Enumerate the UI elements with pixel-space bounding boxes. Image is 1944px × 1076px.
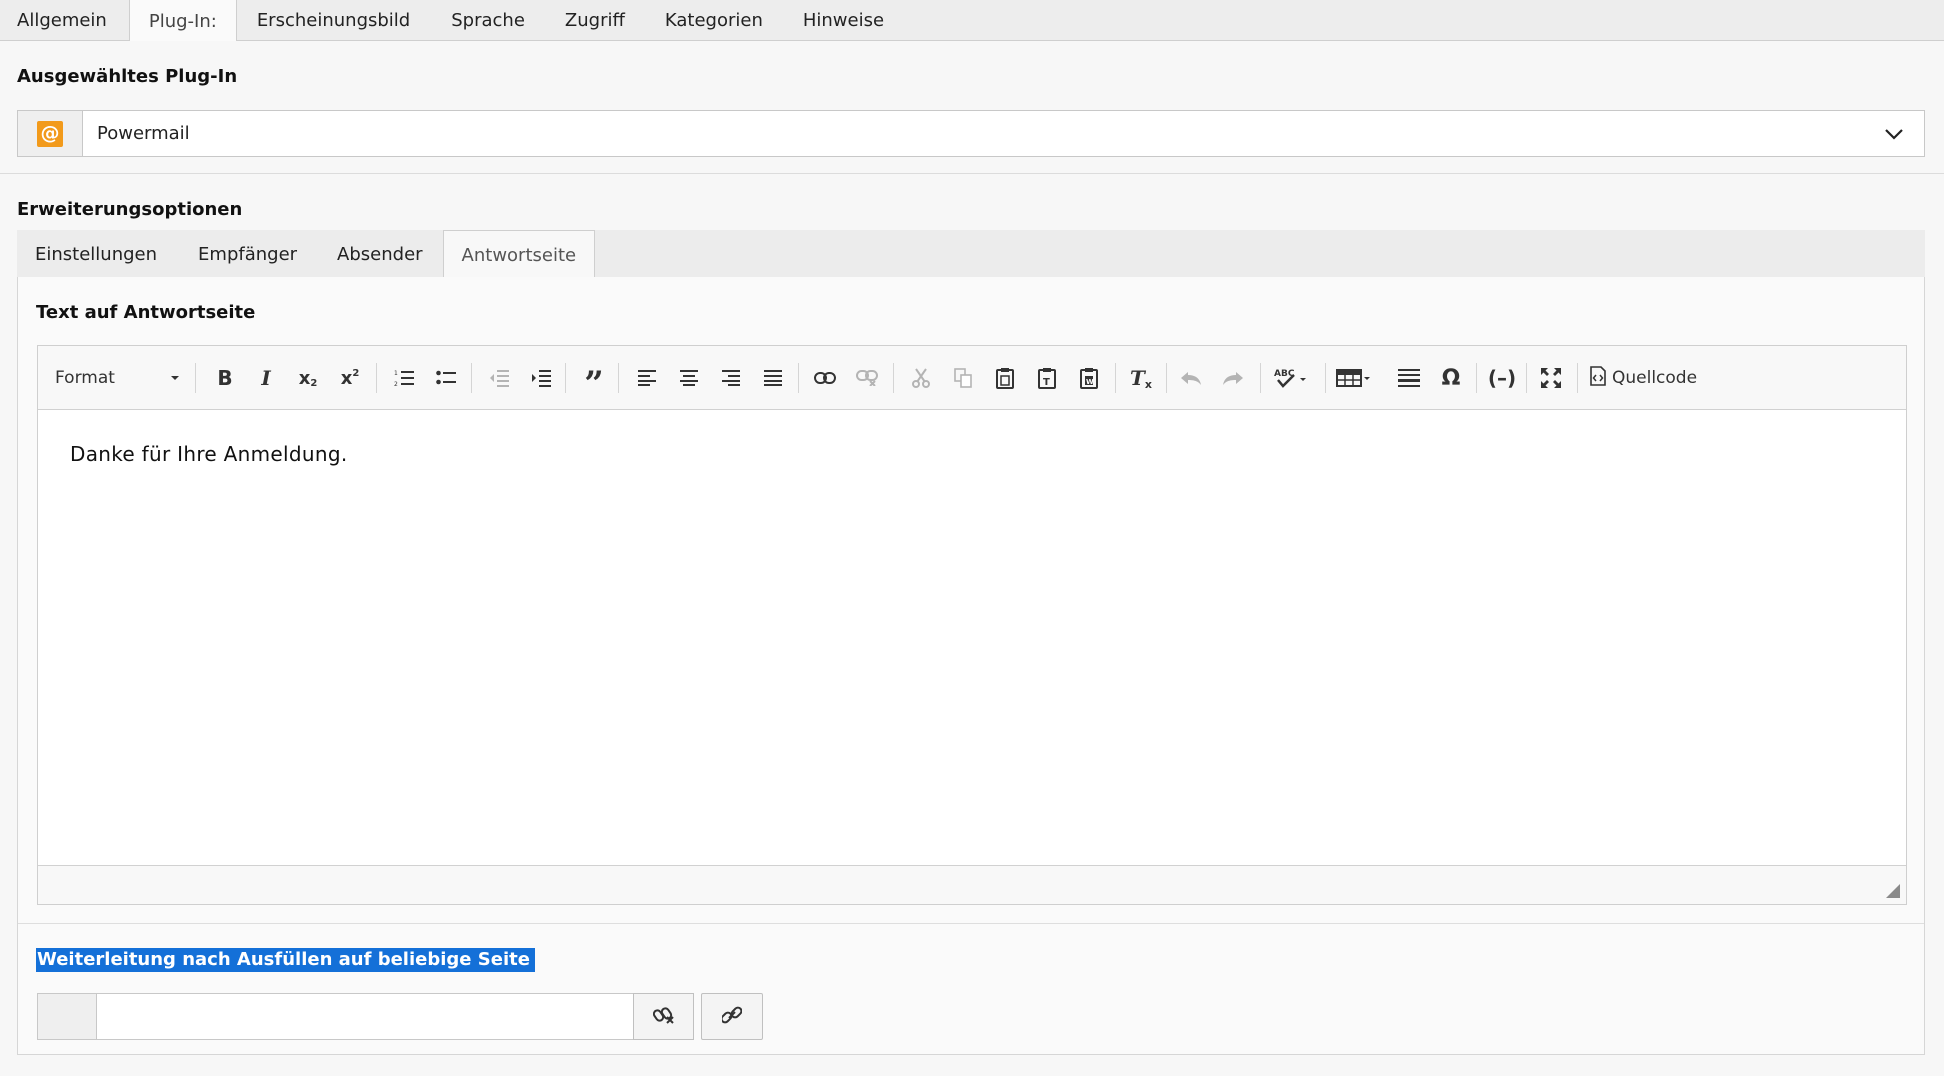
svg-text:1: 1 [394,370,398,377]
cut-icon[interactable] [905,362,937,394]
editor-paragraph: Danke für Ihre Anmeldung. [70,442,348,466]
svg-text:2: 2 [394,381,398,387]
toolbar-separator [1526,363,1527,393]
toolbar-separator [798,363,799,393]
powermail-at-icon: @ [37,120,63,147]
toolbar-separator [893,363,894,393]
rich-text-editor: Format B I x2 x2 12 ” T W T x ABC Ω (–) … [37,345,1907,905]
tab-empfaenger[interactable]: Empfänger [177,230,317,278]
tab-sprache[interactable]: Sprache [431,0,545,41]
toolbar-separator [471,363,472,393]
increase-indent-icon[interactable] [525,362,557,394]
paste-icon[interactable] [989,362,1021,394]
subscript-icon[interactable]: x2 [292,362,324,394]
toolbar-separator [1260,363,1261,393]
editor-label: Text auf Antwortseite [36,302,256,323]
main-panel: Ausgewähltes Plug-In @ Powermail Erweite… [0,41,1944,1076]
superscript-icon[interactable]: x2 [334,362,366,394]
paste-word-icon[interactable]: W [1073,362,1105,394]
paste-text-icon[interactable]: T [1031,362,1063,394]
source-button[interactable]: Quellcode [1590,362,1697,394]
editor-toolbar: Format B I x2 x2 12 ” T W T x ABC Ω (–) … [38,346,1906,410]
align-center-icon[interactable] [673,362,705,394]
link-icon[interactable] [809,362,841,394]
format-label: Format [55,368,115,388]
tab-antwortseite[interactable]: Antwortseite [442,230,596,279]
toolbar-separator [1577,363,1578,393]
plugin-selected-value: Powermail [97,123,190,144]
italic-icon[interactable]: I [250,362,282,394]
section-divider [0,173,1944,174]
align-left-icon[interactable] [631,362,663,394]
caret-down-icon [171,376,179,380]
svg-text:T: T [1043,377,1050,388]
svg-text:W: W [1086,378,1094,386]
link-icon [720,1005,743,1029]
plugin-heading: Ausgewähltes Plug-In [17,66,238,87]
unlink-icon[interactable] [851,362,883,394]
bulleted-list-icon[interactable] [430,362,462,394]
toolbar-separator [1166,363,1167,393]
redirect-input[interactable] [96,993,634,1040]
tab-zugriff[interactable]: Zugriff [545,0,645,41]
justify-icon[interactable] [757,362,789,394]
maximize-icon[interactable] [1535,362,1567,394]
chevron-down-icon [1864,111,1924,156]
spellcheck-icon[interactable]: ABC [1269,362,1313,394]
toolbar-separator [195,363,196,393]
toolbar-separator [376,363,377,393]
remove-format-icon[interactable]: Tx [1125,362,1157,394]
editor-content-area[interactable]: Danke für Ihre Anmeldung. [38,411,1906,865]
top-tab-bar: Allgemein Plug-In: Erscheinungsbild Spra… [0,0,1944,42]
antwortseite-panel: Text auf Antwortseite Format B I x2 x2 1… [17,277,1925,1055]
blockquote-icon[interactable]: ” [578,362,610,401]
editor-status-bar [38,865,1906,904]
undo-icon[interactable] [1175,362,1207,394]
tab-kategorien[interactable]: Kategorien [645,0,783,41]
toolbar-separator [1325,363,1326,393]
field-divider [18,923,1924,924]
redo-icon[interactable] [1217,362,1249,394]
toolbar-separator [1476,363,1477,393]
link-type-addon [37,993,97,1040]
table-icon[interactable] [1332,362,1376,394]
tab-einstellungen[interactable]: Einstellungen [17,230,177,278]
toolbar-separator [618,363,619,393]
source-label: Quellcode [1612,368,1698,388]
toolbar-separator [1115,363,1116,393]
decrease-indent-icon[interactable] [483,362,515,394]
unlink-icon [652,1005,675,1029]
clear-link-button[interactable] [633,993,694,1040]
copy-icon[interactable] [947,362,979,394]
special-char-icon[interactable]: Ω [1435,362,1467,394]
plugin-icon-cell: @ [18,111,83,156]
extension-tab-bar: Einstellungen Empfänger Absender Antwort… [17,230,1925,279]
horizontal-line-icon[interactable] [1393,362,1425,394]
resize-handle-icon[interactable] [1886,884,1900,898]
tab-absender[interactable]: Absender [317,230,443,278]
link-browser-button[interactable] [701,993,763,1040]
soft-hyphen-icon[interactable]: (–) [1486,362,1518,394]
extension-heading: Erweiterungsoptionen [17,199,243,220]
format-dropdown[interactable]: Format [55,365,185,391]
tab-erscheinungsbild[interactable]: Erscheinungsbild [237,0,431,41]
tab-plugin[interactable]: Plug-In: [128,0,237,42]
source-icon [1590,365,1606,391]
numbered-list-icon[interactable]: 12 [388,362,420,394]
bold-icon[interactable]: B [209,362,241,394]
plugin-select[interactable]: @ Powermail [17,110,1925,157]
toolbar-separator [565,363,566,393]
tab-allgemein[interactable]: Allgemein [0,0,129,41]
tab-hinweise[interactable]: Hinweise [783,0,904,41]
align-right-icon[interactable] [715,362,747,394]
redirect-link-field [37,993,694,1040]
redirect-label: Weiterleitung nach Ausfüllen auf beliebi… [36,948,535,972]
